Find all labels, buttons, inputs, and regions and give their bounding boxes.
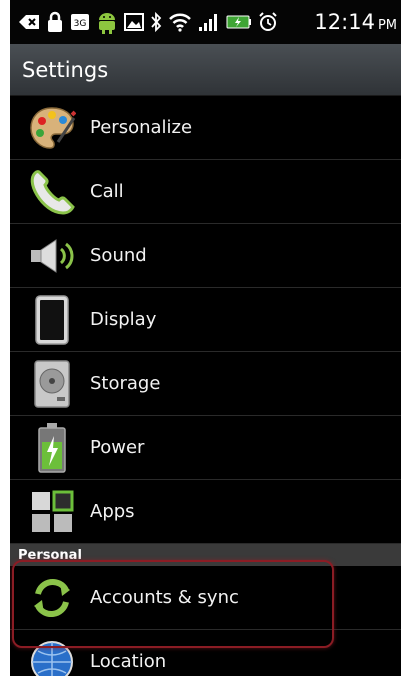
settings-item-call[interactable]: Call	[10, 160, 401, 224]
clock-ampm: PM	[377, 18, 397, 33]
settings-item-label: Apps	[90, 501, 135, 522]
settings-item-label: Display	[90, 309, 157, 330]
3g-label: 3G	[74, 19, 87, 29]
palette-icon	[22, 100, 82, 156]
storage-icon	[22, 356, 82, 412]
page-title: Settings	[22, 57, 109, 82]
settings-item-display[interactable]: Display	[10, 288, 401, 352]
wifi-icon	[168, 12, 192, 32]
lock-icon	[46, 11, 64, 32]
settings-item-label: Personalize	[90, 117, 193, 138]
settings-item-sound[interactable]: Sound	[10, 224, 401, 288]
phone-screen: 3G 12:14 PM Settings Personalize Call So…	[10, 0, 401, 676]
speaker-icon	[22, 228, 82, 284]
android-icon	[96, 12, 118, 34]
3g-icon: 3G	[70, 12, 90, 32]
signal-icon	[198, 12, 220, 32]
bluetooth-icon	[150, 11, 162, 33]
apps-highlight-outline	[12, 560, 334, 648]
settings-item-label: Storage	[90, 373, 161, 394]
back-icon	[18, 12, 40, 32]
alarm-icon	[258, 12, 278, 32]
status-bar: 3G 12:14 PM	[10, 0, 401, 44]
apps-icon	[22, 484, 82, 540]
settings-item-label: Location	[90, 651, 167, 672]
battery-icon	[22, 420, 82, 476]
clock-time: 12:14	[314, 10, 375, 34]
display-icon	[22, 292, 82, 348]
settings-item-label: Sound	[90, 245, 147, 266]
settings-list[interactable]: Personalize Call Sound Display Storage P…	[10, 96, 401, 676]
image-icon	[124, 12, 144, 32]
settings-item-label: Call	[90, 181, 124, 202]
settings-item-personalize[interactable]: Personalize	[10, 96, 401, 160]
settings-item-storage[interactable]: Storage	[10, 352, 401, 416]
settings-item-power[interactable]: Power	[10, 416, 401, 480]
title-bar: Settings	[10, 44, 401, 96]
battery-icon	[226, 12, 252, 32]
status-clock: 12:14 PM	[314, 10, 397, 34]
settings-item-label: Power	[90, 437, 145, 458]
phone-icon	[22, 164, 82, 220]
settings-item-apps[interactable]: Apps	[10, 480, 401, 544]
